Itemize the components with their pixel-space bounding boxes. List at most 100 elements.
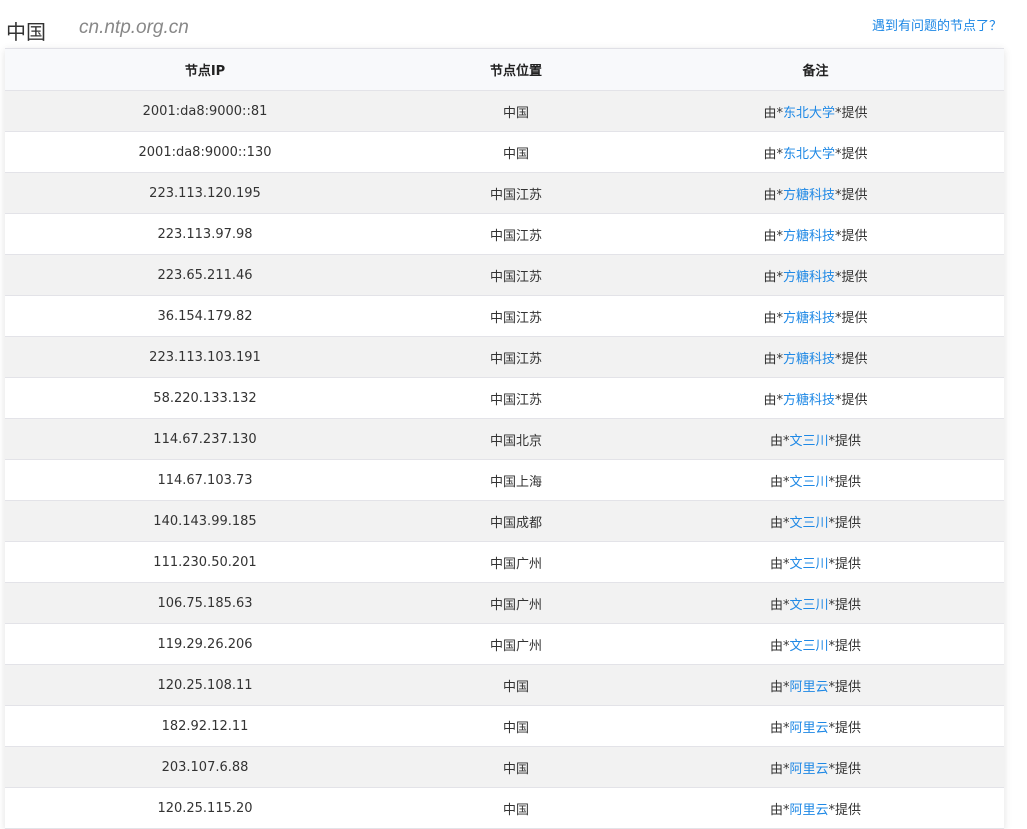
table-row: 120.25.108.11 中国 由*阿里云*提供 (5, 665, 1004, 706)
node-location: 中国 (502, 679, 529, 695)
column-header-note: 备注 (802, 64, 829, 79)
provider-link[interactable]: 文三川 (789, 516, 828, 531)
note-prefix: 由* (763, 392, 783, 408)
node-ip: 223.113.120.195 (149, 185, 261, 201)
node-note: 由*文三川*提供 (627, 430, 1004, 449)
node-ip: 223.113.97.98 (157, 226, 253, 242)
note-suffix: *提供 (828, 433, 862, 449)
table-row: 2001:da8:9000::130 中国 由*东北大学*提供 (5, 132, 1004, 173)
node-ip: 2001:da8:9000::81 (142, 103, 268, 119)
node-note: 由*阿里云*提供 (627, 758, 1004, 777)
table-row: 114.67.103.73 中国上海 由*文三川*提供 (5, 460, 1004, 501)
note-suffix: *提供 (828, 720, 862, 736)
note-prefix: 由* (763, 146, 783, 162)
node-note: 由*文三川*提供 (627, 635, 1004, 654)
ntp-node-table: 节点IP 节点位置 备注 2001:da8:9000::81 中国 由*东北大学*提… (5, 48, 1004, 829)
note-prefix: 由* (769, 433, 790, 449)
node-ip: 111.230.50.201 (153, 554, 257, 570)
note-prefix: 由* (769, 761, 790, 777)
table-row: 111.230.50.201 中国广州 由*文三川*提供 (5, 542, 1004, 583)
provider-link[interactable]: 阿里云 (789, 680, 828, 695)
node-location: 中国广州 (489, 638, 542, 654)
node-note: 由*阿里云*提供 (627, 799, 1004, 818)
provider-link[interactable]: 东北大学 (783, 106, 835, 121)
note-suffix: *提供 (835, 146, 868, 162)
report-problem-link[interactable]: 遇到有问题的节点了？ (872, 15, 1002, 34)
node-ip: 106.75.185.63 (157, 595, 253, 611)
provider-link[interactable]: 方糖科技 (783, 352, 835, 367)
note-suffix: *提供 (828, 638, 862, 654)
node-ip: 119.29.26.206 (157, 636, 253, 652)
node-location: 中国江苏 (489, 187, 542, 203)
note-suffix: *提供 (835, 228, 868, 244)
node-note: 由*方糖科技*提供 (627, 266, 1004, 285)
provider-link[interactable]: 阿里云 (789, 803, 828, 818)
column-header-location: 节点位置 (489, 64, 542, 79)
provider-link[interactable]: 方糖科技 (783, 311, 835, 326)
note-prefix: 由* (763, 105, 783, 121)
node-note: 由*阿里云*提供 (627, 717, 1004, 736)
node-location: 中国江苏 (489, 392, 542, 408)
table-row: 203.107.6.88 中国 由*阿里云*提供 (5, 747, 1004, 788)
node-note: 由*文三川*提供 (627, 594, 1004, 613)
table-header: 节点IP 节点位置 备注 (5, 49, 1004, 91)
page-header: 中国 cn.ntp.org.cn 遇到有问题的节点了？ (0, 0, 1027, 48)
node-location: 中国 (502, 802, 529, 818)
column-header-ip: 节点IP (184, 64, 226, 79)
provider-link[interactable]: 方糖科技 (783, 229, 835, 244)
provider-link[interactable]: 文三川 (789, 434, 828, 449)
provider-link[interactable]: 阿里云 (789, 762, 828, 777)
note-suffix: *提供 (835, 392, 868, 408)
node-note: 由*东北大学*提供 (627, 143, 1004, 162)
node-location: 中国成都 (489, 515, 542, 531)
table-row: 2001:da8:9000::81 中国 由*东北大学*提供 (5, 91, 1004, 132)
node-note: 由*方糖科技*提供 (627, 184, 1004, 203)
note-suffix: *提供 (828, 597, 862, 613)
note-suffix: *提供 (828, 474, 862, 490)
node-location: 中国江苏 (489, 269, 542, 285)
provider-link[interactable]: 文三川 (789, 598, 828, 613)
note-suffix: *提供 (835, 351, 868, 367)
note-prefix: 由* (763, 351, 783, 367)
table-row: 114.67.237.130 中国北京 由*文三川*提供 (5, 419, 1004, 460)
provider-link[interactable]: 文三川 (789, 475, 828, 490)
node-ip: 36.154.179.82 (157, 308, 253, 324)
node-ip: 120.25.115.20 (157, 800, 253, 816)
table-row: 119.29.26.206 中国广州 由*文三川*提供 (5, 624, 1004, 665)
note-suffix: *提供 (828, 679, 862, 695)
table-row: 36.154.179.82 中国江苏 由*方糖科技*提供 (5, 296, 1004, 337)
note-prefix: 由* (763, 310, 783, 326)
provider-link[interactable]: 方糖科技 (783, 188, 835, 203)
node-location: 中国江苏 (489, 351, 542, 367)
node-note: 由*文三川*提供 (627, 471, 1004, 490)
note-prefix: 由* (769, 720, 790, 736)
node-note: 由*东北大学*提供 (627, 102, 1004, 121)
node-location: 中国上海 (489, 474, 542, 490)
note-prefix: 由* (769, 474, 790, 490)
node-location: 中国北京 (489, 433, 542, 449)
note-suffix: *提供 (828, 556, 862, 572)
table-row: 223.65.211.46 中国江苏 由*方糖科技*提供 (5, 255, 1004, 296)
table-row: 223.113.120.195 中国江苏 由*方糖科技*提供 (5, 173, 1004, 214)
note-prefix: 由* (769, 638, 790, 654)
node-location: 中国 (502, 720, 529, 736)
node-ip: 140.143.99.185 (153, 513, 257, 529)
node-location: 中国 (502, 761, 529, 777)
note-suffix: *提供 (828, 515, 862, 531)
node-location: 中国广州 (489, 597, 542, 613)
table-row: 58.220.133.132 中国江苏 由*方糖科技*提供 (5, 378, 1004, 419)
table-row: 182.92.12.11 中国 由*阿里云*提供 (5, 706, 1004, 747)
provider-link[interactable]: 东北大学 (783, 147, 835, 162)
provider-link[interactable]: 方糖科技 (783, 393, 835, 408)
node-note: 由*文三川*提供 (627, 512, 1004, 531)
table-row: 106.75.185.63 中国广州 由*文三川*提供 (5, 583, 1004, 624)
provider-link[interactable]: 方糖科技 (783, 270, 835, 285)
table-row: 120.25.115.20 中国 由*阿里云*提供 (5, 788, 1004, 829)
provider-link[interactable]: 文三川 (789, 557, 828, 572)
note-prefix: 由* (763, 269, 783, 285)
node-ip: 223.65.211.46 (157, 267, 253, 283)
provider-link[interactable]: 阿里云 (789, 721, 828, 736)
note-prefix: 由* (763, 187, 783, 203)
node-location: 中国江苏 (489, 310, 542, 326)
provider-link[interactable]: 文三川 (789, 639, 828, 654)
